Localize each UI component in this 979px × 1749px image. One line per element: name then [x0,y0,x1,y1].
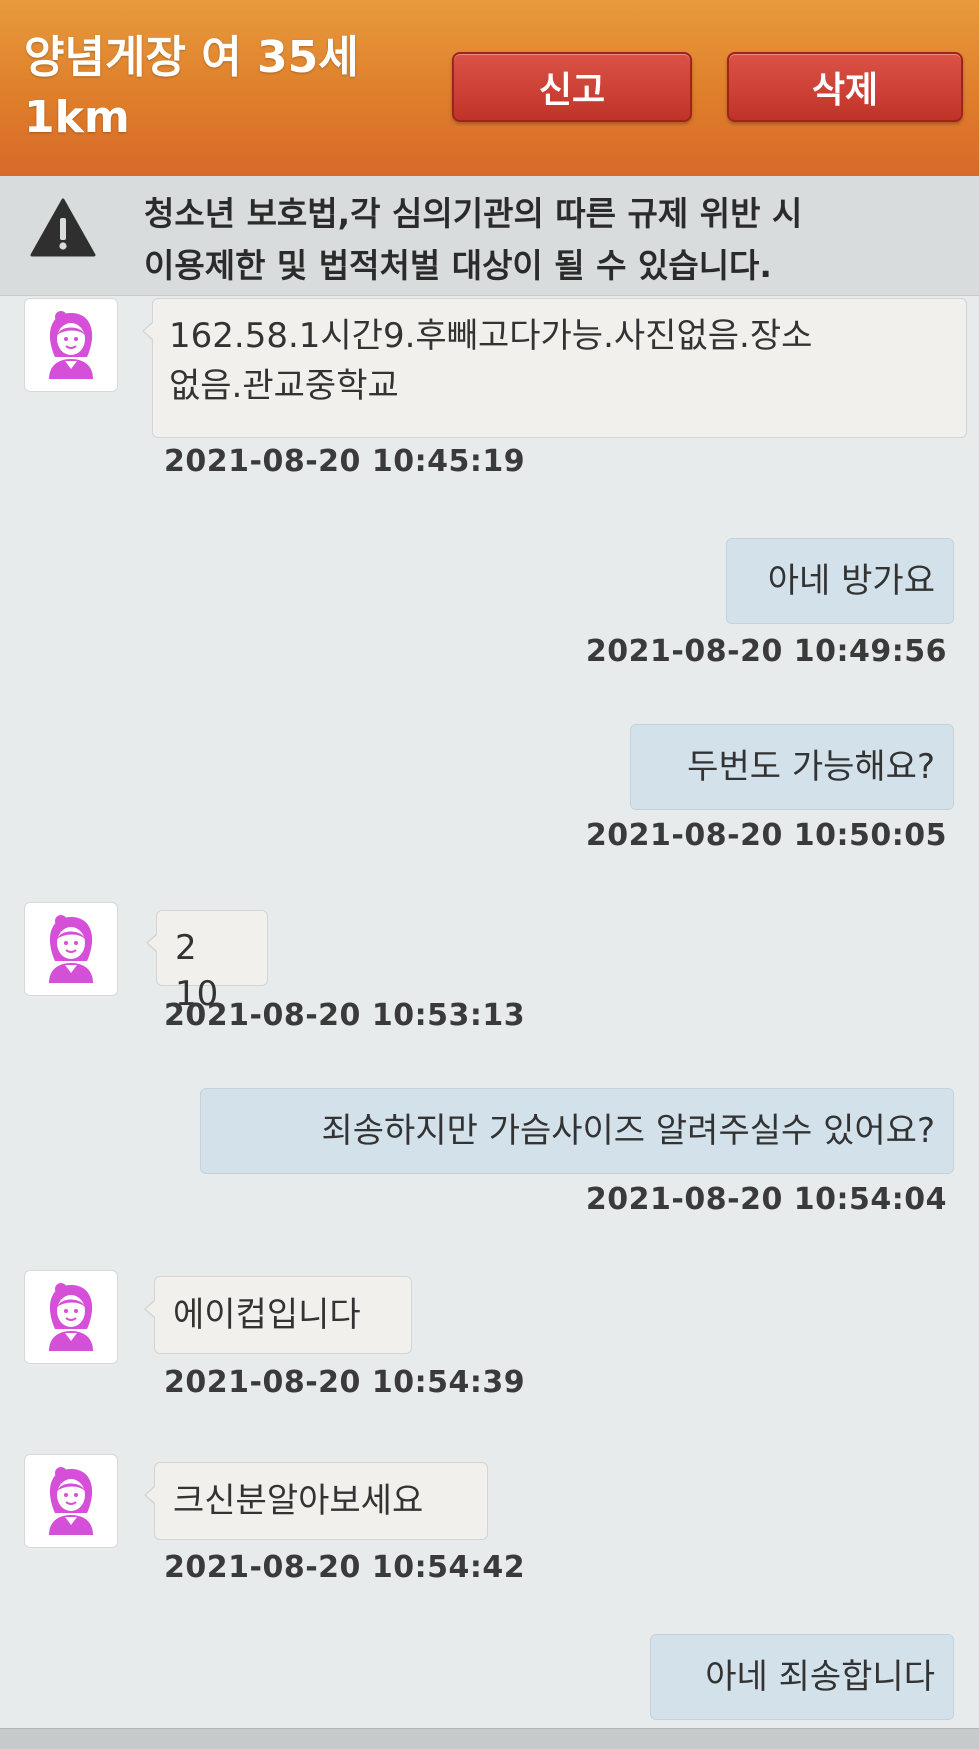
message-bubble-outgoing[interactable]: 아네 방가요 [726,538,954,624]
message-bubble-outgoing[interactable]: 두번도 가능해요? [630,724,954,810]
message-bubble-incoming[interactable]: 에이컵입니다 [144,1276,412,1354]
female-avatar-icon [49,1283,93,1351]
partner-avatar[interactable] [24,1454,118,1548]
message-timestamp: 2021-08-20 10:54:04 [585,1182,947,1217]
partner-name-age: 양념게장 여 35세 [24,32,359,83]
partner-avatar[interactable] [24,1270,118,1364]
partner-profile-title: 양념게장 여 35세 1km [24,28,444,148]
message-text-line-1: 162.58.1시간9.후빼고다가능.사진없음.장소 [169,316,813,356]
message-text-line-2: 없음.관교중학교 [169,366,399,406]
message-timestamp: 2021-08-20 10:54:42 [164,1550,526,1585]
message-timestamp: 2021-08-20 10:49:56 [585,634,947,669]
female-avatar-icon [49,1467,93,1535]
message-timestamp: 2021-08-20 10:50:05 [585,818,947,853]
female-avatar-icon [49,915,93,983]
message-bubble-outgoing[interactable]: 죄송하지만 가슴사이즈 알려주실수 있어요? [200,1088,954,1174]
delete-button[interactable]: 삭제 [727,52,963,122]
message-bubble-outgoing[interactable]: 아네 죄송합니다 [650,1634,954,1720]
message-timestamp: 2021-08-20 10:45:19 [164,444,526,479]
report-button[interactable]: 신고 [452,52,692,122]
message-timestamp: 2021-08-20 10:53:13 [164,998,526,1033]
chat-header: 양념게장 여 35세 1km 신고 삭제 [0,0,979,176]
message-timestamp: 2021-08-20 10:54:39 [164,1365,526,1400]
female-avatar-icon [49,311,93,379]
legal-notice-line-2: 이용제한 및 법적처벌 대상이 될 수 있습니다. [144,246,772,285]
message-bubble-incoming[interactable]: 162.58.1시간9.후빼고다가능.사진없음.장소 없음.관교중학교 [142,298,967,438]
legal-notice-line-1: 청소년 보호법,각 심의기관의 따른 규제 위반 시 [144,194,803,233]
partner-avatar[interactable] [24,902,118,996]
message-bubble-incoming[interactable]: 크신분알아보세요 [144,1462,488,1540]
partner-distance: 1km [24,92,130,143]
legal-notice-text: 청소년 보호법,각 심의기관의 따른 규제 위반 시 이용제한 및 법적처벌 대… [144,188,964,292]
message-bubble-incoming[interactable]: 2 10 [146,910,268,1014]
partner-avatar[interactable] [24,298,118,392]
warning-icon [30,198,96,257]
input-bar-edge [0,1728,979,1749]
